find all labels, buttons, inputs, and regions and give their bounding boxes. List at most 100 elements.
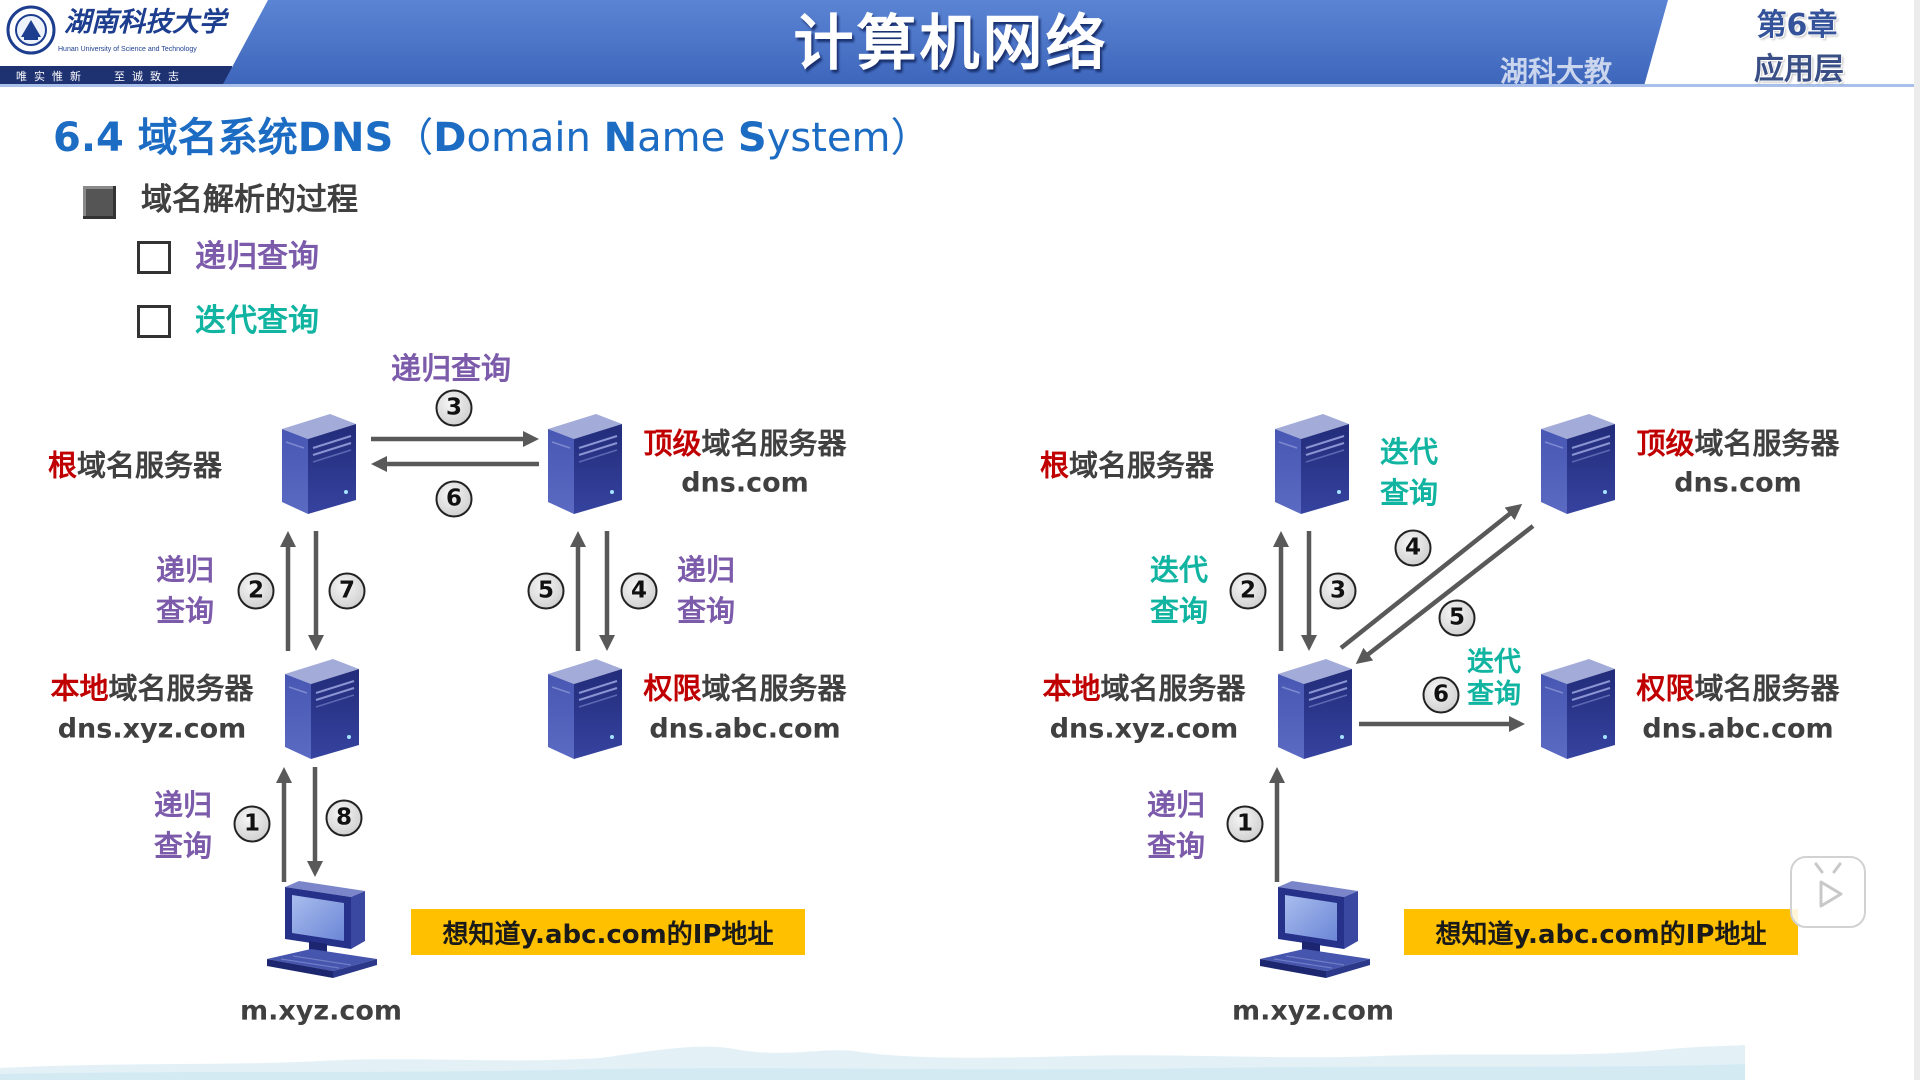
title-part: N (603, 115, 638, 161)
query-label-line: 查询 (155, 594, 215, 628)
query-label-line: 查询 (451, 352, 511, 387)
local-server-domain: dns.xyz.com (1049, 713, 1239, 745)
authoritative-server-label: 权限域名服务器 (643, 671, 846, 706)
title-part: ystem (766, 115, 891, 161)
page-title: 6.4 域名系统DNS（Domain Name System） (53, 114, 931, 162)
query-label-line: 查询 (1379, 476, 1439, 510)
step-6-badge: 6 (435, 480, 473, 518)
video-play-button[interactable] (1790, 856, 1866, 928)
root-server-label: 根域名服务器 (1039, 448, 1215, 483)
step-1-badge: 1 (233, 805, 271, 843)
local-server-highlight: 本地 (1042, 671, 1101, 706)
right-arrow-step-4 (1339, 503, 1523, 650)
play-icon (1814, 862, 1843, 908)
sub-bullet-recursive: 递归查询 (195, 239, 319, 275)
tld-server-text: 域名服务器 (1694, 426, 1840, 461)
title-part: omain (466, 115, 604, 161)
tld-server-label: 顶级域名服务器 (643, 426, 847, 461)
university-logo: 湖南科技大学 Hunan University of Science and T… (0, 0, 240, 86)
title-part: S (737, 115, 767, 161)
step-7-badge: 7 (328, 572, 366, 610)
host-computer-icon (1256, 879, 1372, 983)
local-server-highlight: 本地 (50, 671, 109, 706)
bullet-resolution-process: 域名解析的过程 (141, 182, 358, 218)
query-label-line: 查询 (1149, 594, 1209, 628)
checkbox-square-icon (137, 305, 171, 338)
university-name: 湖南科技大学 (64, 7, 226, 38)
root-server-highlight: 根 (1039, 448, 1069, 483)
step-5-badge: 5 (1438, 599, 1476, 637)
title-part: ） (890, 115, 931, 161)
tld-server-icon (546, 412, 624, 516)
root-local-iterative-label: 迭代 查询 (1150, 550, 1208, 632)
tld-auth-query-label: 递归 查询 (677, 550, 735, 632)
step-4-badge: 4 (1394, 529, 1432, 567)
local-server-domain: dns.xyz.com (57, 713, 247, 745)
host-name: m.xyz.com (239, 995, 403, 1027)
authoritative-server-text: 域名服务器 (1694, 671, 1840, 706)
slide: 湖南科技大学 Hunan University of Science and T… (0, 0, 1920, 1080)
tld-server-icon (1539, 412, 1617, 516)
authoritative-server-icon (1539, 657, 1617, 761)
university-motto: 唯实惟新 至诚致志 (0, 66, 232, 86)
query-label-line: 迭代 (1467, 647, 1521, 678)
question-box: 想知道y.abc.com的IP地址 (1404, 909, 1798, 955)
query-label-line: 迭代 (1149, 553, 1209, 587)
bullet-square-icon (83, 186, 116, 219)
title-part: ame (637, 115, 738, 161)
checkbox-square-icon (137, 241, 171, 274)
university-name-en: Hunan University of Science and Technolo… (58, 46, 197, 53)
root-server-icon (280, 412, 358, 516)
query-label-line: 查询 (153, 829, 213, 863)
query-label-line: 查询 (1467, 679, 1521, 710)
local-server-text: 域名服务器 (108, 671, 254, 706)
sub-bullet-iterative: 迭代查询 (195, 303, 319, 339)
authoritative-server-label: 权限域名服务器 (1636, 671, 1840, 706)
local-server-text: 域名服务器 (1100, 671, 1246, 706)
step-3-badge: 3 (435, 389, 473, 427)
root-local-query-label: 递归 查询 (156, 550, 214, 632)
step-2-badge: 2 (1229, 572, 1267, 610)
local-auth-iterative-label: 迭代 查询 (1467, 647, 1521, 711)
watermark: 湖科大教 (1500, 55, 1613, 88)
local-server-label: 本地域名服务器 (1042, 671, 1246, 706)
root-server-label: 根域名服务器 (48, 448, 223, 483)
local-server-icon (1276, 657, 1354, 761)
motto-left: 唯实惟新 (16, 70, 88, 83)
host-local-query-label: 递归 查询 (154, 785, 212, 867)
authoritative-server-domain: dns.abc.com (649, 713, 841, 745)
tld-server-text: 域名服务器 (701, 426, 847, 461)
step-8-badge: 8 (325, 799, 363, 837)
top-query-label: 递归查询 (391, 355, 511, 385)
query-label-line: 查询 (676, 594, 736, 628)
host-local-query-label: 递归 查询 (1147, 785, 1205, 867)
query-label-line: 递归 (391, 352, 451, 387)
tld-server-highlight: 顶级 (643, 426, 702, 461)
right-edge-strip (1914, 0, 1920, 1080)
query-label-line: 迭代 (1379, 435, 1439, 469)
query-label-line: 查询 (1146, 829, 1206, 863)
bottom-wave-decoration (0, 1045, 1745, 1080)
right-arrow-step-5 (1355, 524, 1535, 664)
local-server-label: 本地域名服务器 (50, 671, 254, 706)
root-server-text: 域名服务器 (77, 448, 223, 483)
root-iterative-label: 迭代 查询 (1380, 432, 1438, 514)
local-server-icon (283, 657, 361, 761)
authoritative-server-highlight: 权限 (643, 671, 702, 706)
title-part: 6.4 域名系统DNS (53, 115, 394, 161)
step-3-badge: 3 (1319, 572, 1357, 610)
tld-server-label: 顶级域名服务器 (1636, 426, 1840, 461)
query-label-line: 递归 (155, 553, 215, 587)
authoritative-server-domain: dns.abc.com (1642, 713, 1834, 745)
host-computer-icon (263, 879, 379, 983)
question-box: 想知道y.abc.com的IP地址 (411, 909, 805, 955)
title-part: （ (393, 115, 434, 161)
host-name: m.xyz.com (1231, 995, 1395, 1027)
title-part: D (433, 115, 467, 161)
chapter-number: 第6章 (1756, 8, 1838, 43)
step-5-badge: 5 (527, 572, 565, 610)
root-server-text: 域名服务器 (1069, 448, 1215, 483)
header-divider (0, 84, 1920, 87)
course-title: 计算机网络 (793, 9, 1109, 79)
query-label-line: 递归 (676, 553, 736, 587)
